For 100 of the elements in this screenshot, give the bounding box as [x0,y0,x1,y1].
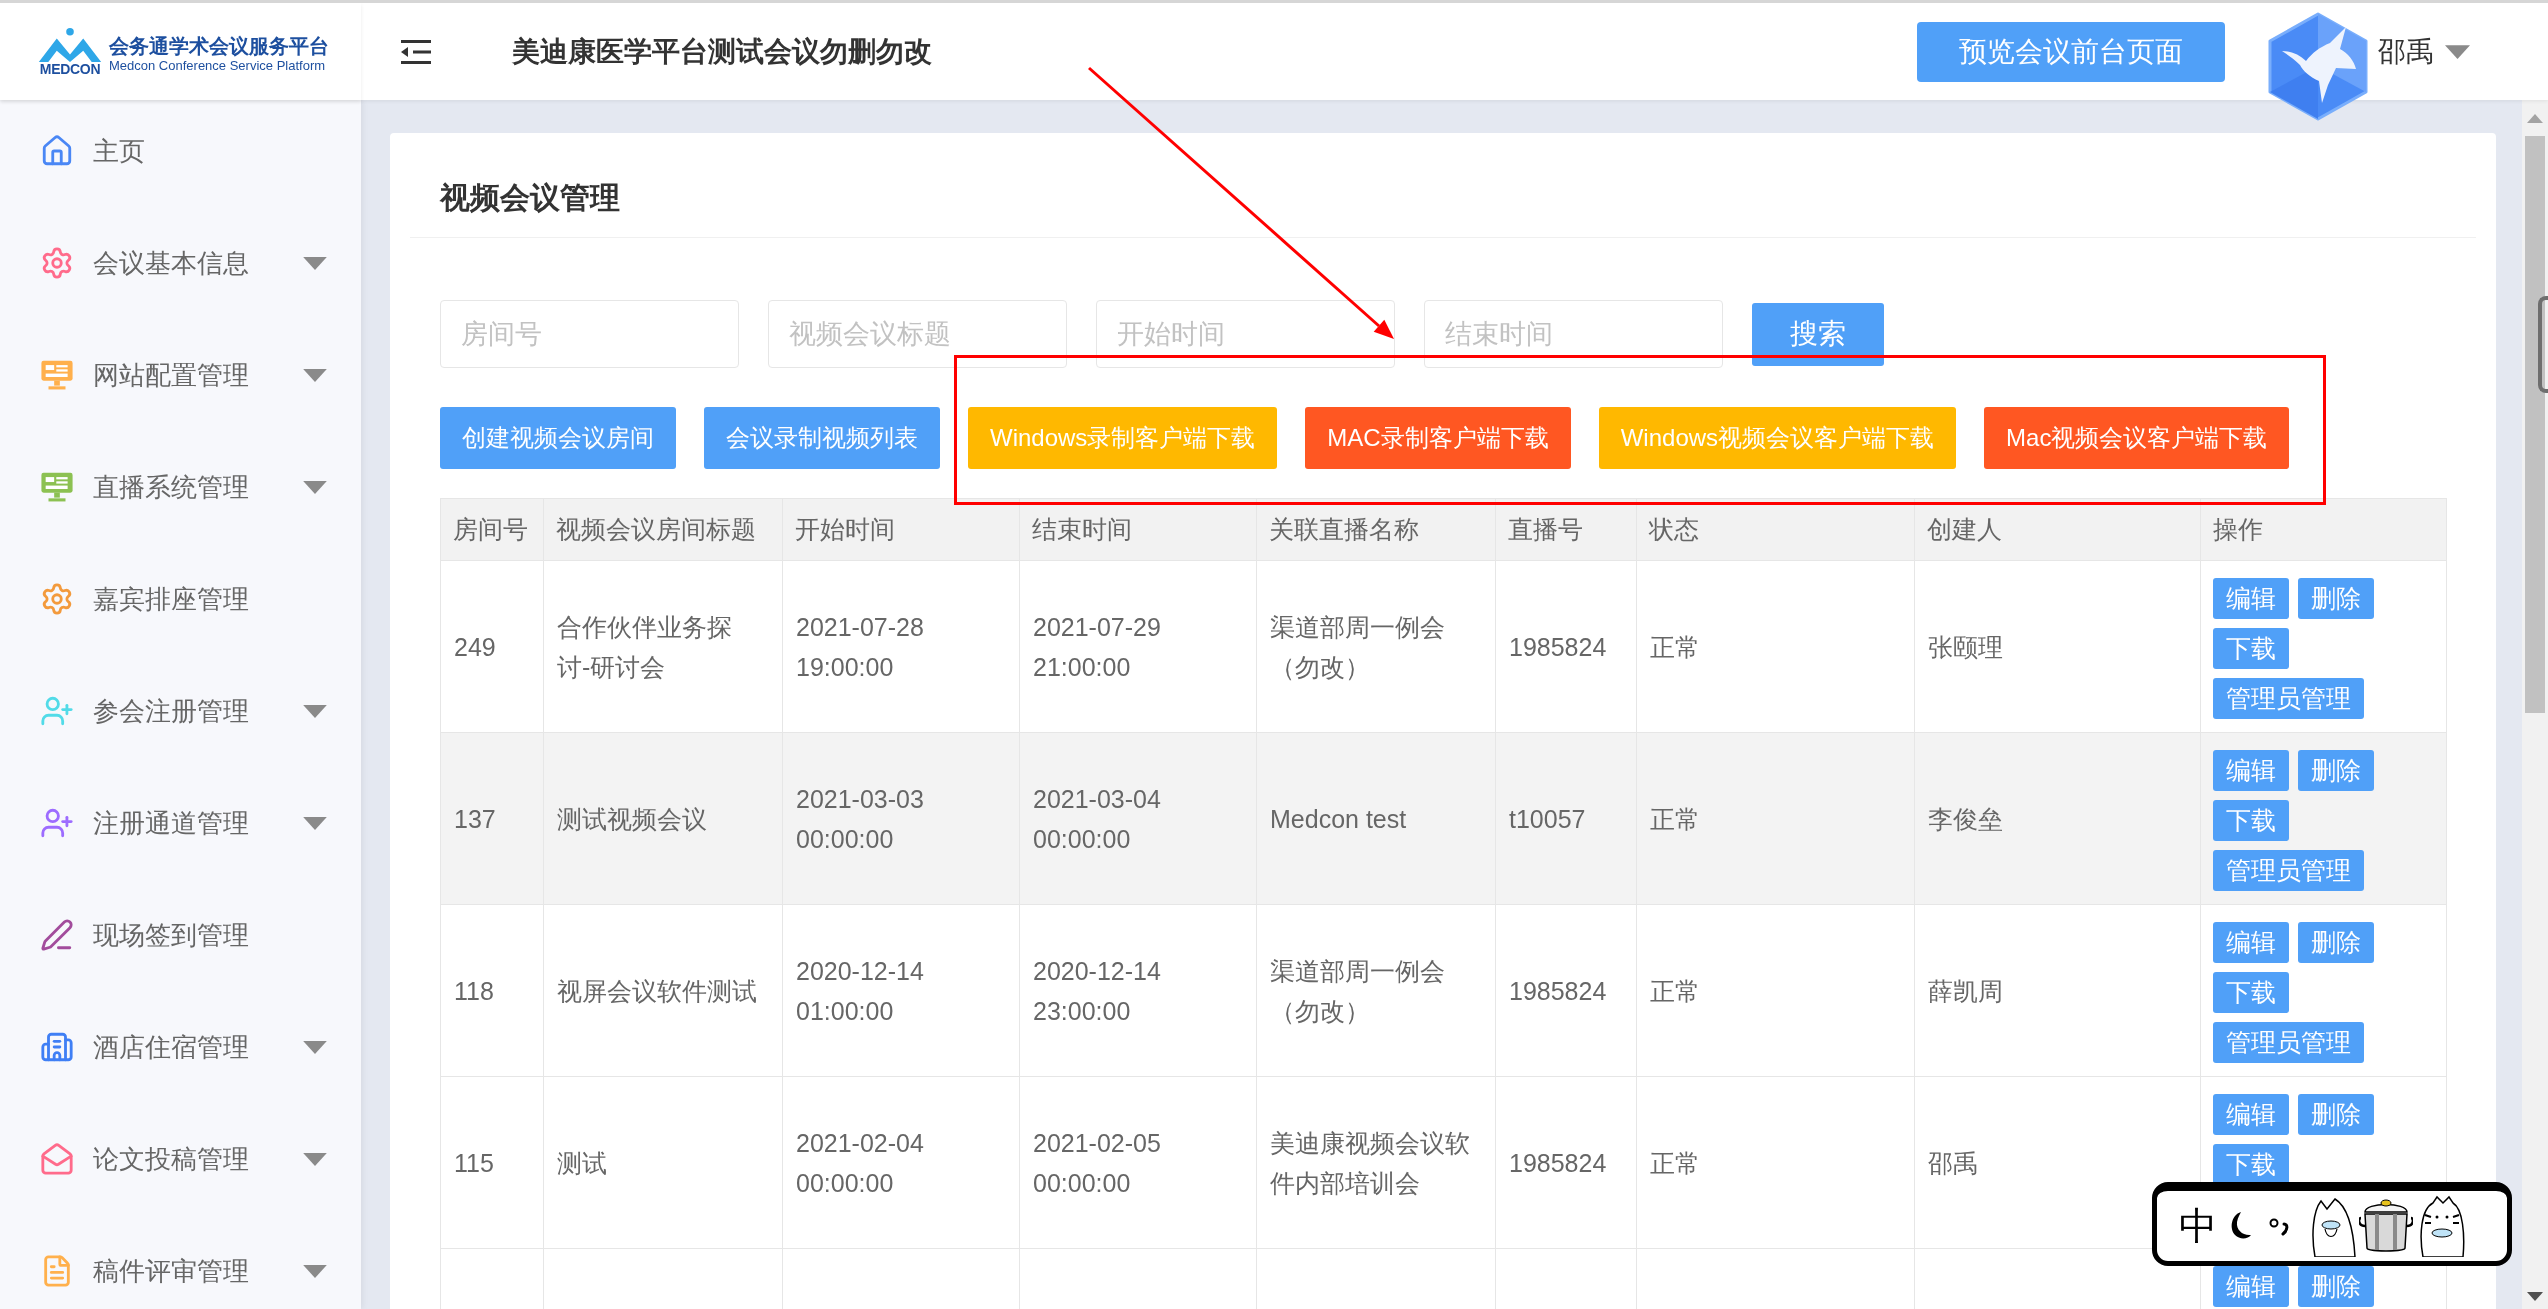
tiger-with-bowl-icon[interactable] [2417,1195,2467,1257]
table-cell: 正常 [1636,1076,1915,1249]
create-room-button[interactable]: 创建视频会议房间 [440,407,676,469]
sidebar-item[interactable]: 直播系统管理 [0,465,361,509]
menu-collapse-icon[interactable] [401,39,431,64]
table-cell: 2021-02-04 00:00:00 [782,1076,1020,1249]
pen-icon [40,918,74,952]
sidebar-item[interactable]: 主页 [0,129,361,173]
mountain-logo-icon [37,27,103,62]
building-icon [40,1030,74,1064]
sidebar-item[interactable]: 嘉宾排座管理 [0,577,361,621]
column-header: 状态 [1636,498,1915,561]
punctuation-icon[interactable] [2269,1216,2291,1236]
table-cell: 视屏会议软件测试 [543,904,783,1077]
table-cell: 1985824 [1495,560,1637,733]
gear-icon [40,246,74,280]
sidebar-item[interactable]: 会议基本信息 [0,241,361,285]
sidebar-item[interactable]: 参会注册管理 [0,689,361,733]
mac-recorder-download-button[interactable]: MAC录制客户端下载 [1305,407,1571,469]
filter-field[interactable]: 开始时间 [1096,300,1395,368]
edge-handle-icon[interactable] [2538,296,2548,393]
monitor-icon [40,471,74,503]
sidebar-item[interactable]: 酒店住宿管理 [0,1025,361,1069]
scroll-down-icon[interactable] [2527,1292,2543,1301]
table-cell: 2021-07-28 19:00:00 [782,560,1020,733]
admin-manage-button[interactable]: 管理员管理 [2213,850,2364,891]
edit-button[interactable]: 编辑 [2213,750,2289,791]
table-cell: 正常 [1636,904,1915,1077]
sidebar-item[interactable]: 论文投稿管理 [0,1137,361,1181]
scrollbar-thumb[interactable] [2525,136,2545,713]
table-cell: 137 [440,732,544,905]
windows-client-download-button[interactable]: Windows视频会议客户端下载 [1598,407,1957,469]
table-cell: 2021-02-05 00:00:00 [1019,1076,1257,1249]
recording-list-button[interactable]: 会议录制视频列表 [704,407,940,469]
table-cell: 2021-03-04 00:00:00 [1019,732,1257,905]
table-cell: 2021-03-03 00:00:00 [782,732,1020,905]
cooking-pot-icon[interactable] [2359,1198,2413,1254]
column-header: 操作 [2200,498,2447,561]
user-name[interactable]: 邵禹 [2378,30,2434,73]
sidebar-item[interactable]: 注册通道管理 [0,801,361,845]
table-cell: 渠道部周一例会（勿改） [1256,904,1496,1077]
table-cell: 测试 [543,1076,783,1249]
table-cell: t10057 [1495,732,1637,905]
filter-field[interactable]: 房间号 [440,300,739,368]
table-cell: 薛凯周 [1914,904,2201,1077]
table-cell: 2021-07-29 21:00:00 [1019,560,1257,733]
table-cell: 249 [440,560,544,733]
table-cell: 合作伙伴业务探讨-研讨会 [543,560,783,733]
download-button[interactable]: 下载 [2213,1144,2289,1185]
table-cell: 1985824 [1495,1076,1637,1249]
column-header: 开始时间 [782,498,1020,561]
filter-field[interactable]: 视频会议标题 [768,300,1067,368]
sidebar-item[interactable]: 现场签到管理 [0,913,361,957]
edit-button[interactable]: 编辑 [2213,922,2289,963]
table-cell: 美迪康视频会议软件内部培训会 [1256,1076,1496,1249]
logo-mark-text: MEDCON [39,61,101,76]
delete-button[interactable]: 删除 [2298,922,2374,963]
conference-title: 美迪康医学平台测试会议勿删勿改 [512,34,932,69]
edit-button[interactable]: 编辑 [2213,1094,2289,1135]
table-cell: 正常 [1636,560,1915,733]
table-cell: 测试视频会议 [543,732,783,905]
table-cell: 1985824 [1495,904,1637,1077]
input-mode-label[interactable]: 中 [2179,1207,2217,1245]
table-cell: 2020-12-14 23:00:00 [1019,904,1257,1077]
windows-recorder-download-button[interactable]: Windows录制客户端下载 [968,407,1278,469]
edit-button[interactable]: 编辑 [2213,1266,2289,1307]
table-cell: 118 [440,904,544,1077]
page-title: 视频会议管理 [440,181,621,215]
monitor-icon [40,359,74,391]
admin-manage-button[interactable]: 管理员管理 [2213,1022,2364,1063]
delete-button[interactable]: 删除 [2298,1094,2374,1135]
delete-button[interactable]: 删除 [2298,1266,2374,1307]
logo-title: 会务通学术会议服务平台 [109,34,329,58]
filter-field[interactable]: 结束时间 [1424,300,1723,368]
search-button[interactable]: 搜索 [1752,302,1884,366]
envelope-icon [40,1142,74,1176]
home-icon [40,134,74,168]
gear-icon [40,582,74,616]
edit-button[interactable]: 编辑 [2213,578,2289,619]
delete-button[interactable]: 删除 [2298,750,2374,791]
user-plus-icon [40,694,74,728]
sidebar-item[interactable]: 稿件评审管理 [0,1249,361,1293]
download-button[interactable]: 下载 [2213,800,2289,841]
cat-with-bowl-icon[interactable] [2309,1195,2359,1257]
column-header: 结束时间 [1019,498,1257,561]
caret-down-icon [2445,44,2470,59]
column-header: 房间号 [440,498,544,561]
download-button[interactable]: 下载 [2213,972,2289,1013]
table-cell: 李俊垒 [1914,732,2201,905]
table-cell: Medcon test [1256,732,1496,905]
table-cell: 渠道部周一例会（勿改） [1256,560,1496,733]
admin-manage-button[interactable]: 管理员管理 [2213,678,2364,719]
sidebar-item[interactable]: 网站配置管理 [0,353,361,397]
table-cell: 115 [440,1076,544,1249]
mac-client-download-button[interactable]: Mac视频会议客户端下载 [1984,407,2290,469]
column-header: 直播号 [1495,498,1637,561]
preview-site-button[interactable]: 预览会议前台页面 [1917,21,2225,82]
column-header: 创建人 [1914,498,2201,561]
download-button[interactable]: 下载 [2213,628,2289,669]
delete-button[interactable]: 删除 [2298,578,2374,619]
